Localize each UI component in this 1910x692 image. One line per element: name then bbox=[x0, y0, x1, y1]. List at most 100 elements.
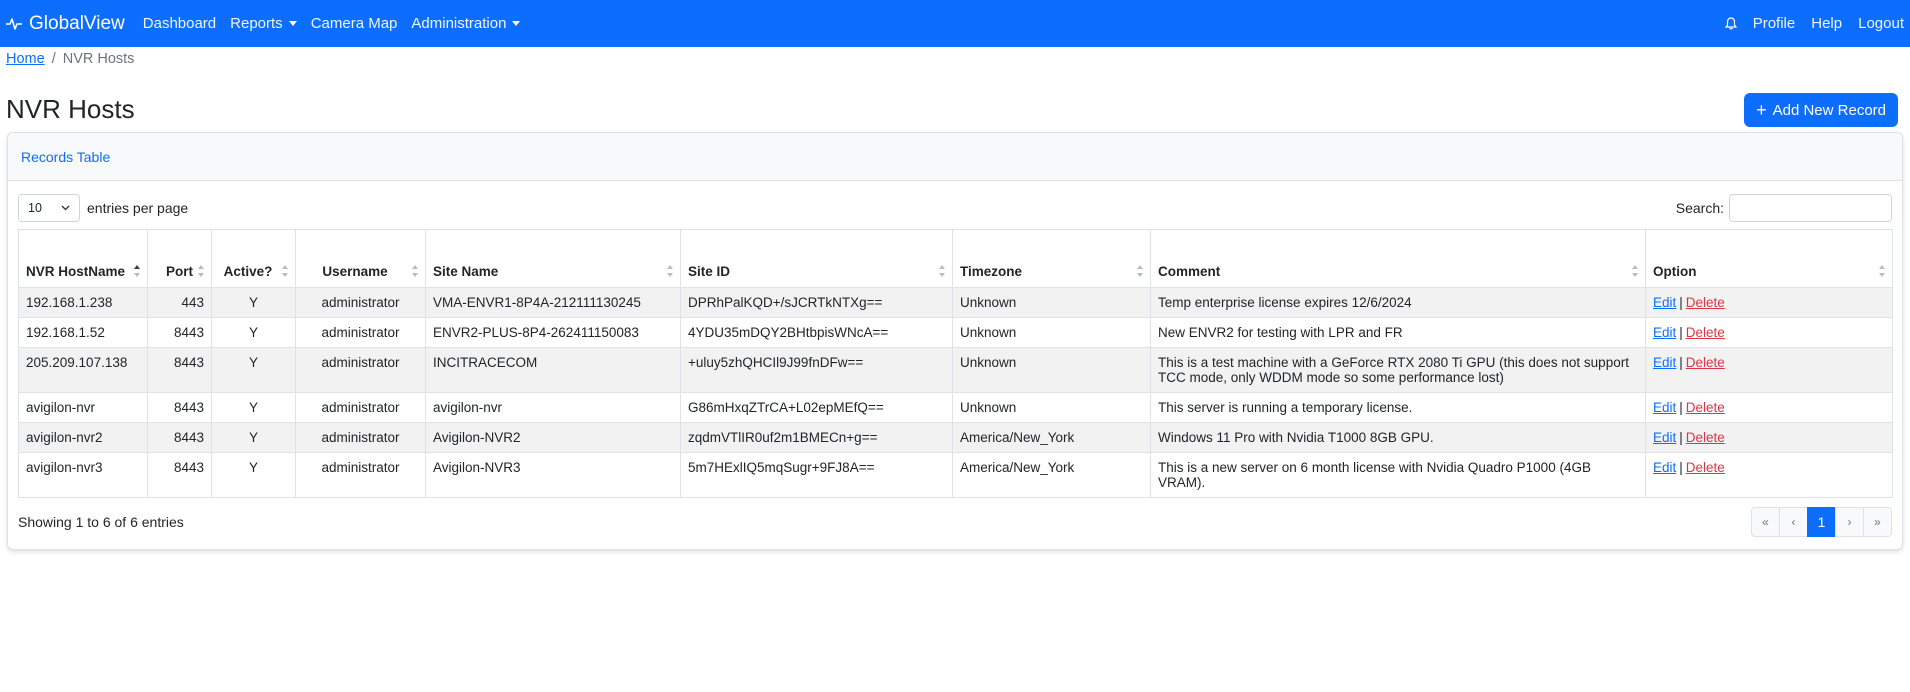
cell-username: administrator bbox=[295, 422, 426, 453]
cell-port: 8443 bbox=[147, 452, 212, 498]
col-header-label: Active? bbox=[223, 264, 273, 279]
col-header-port[interactable]: Port bbox=[147, 229, 212, 288]
col-header-active[interactable]: Active? bbox=[211, 229, 296, 288]
table-footer: Showing 1 to 6 of 6 entries « ‹ 1 › » bbox=[18, 507, 1892, 537]
table-row: avigilon-nvr 8443 Y administrator avigil… bbox=[18, 392, 1893, 423]
cell-site-id: G86mHxqZTrCA+L02epMEfQ== bbox=[680, 392, 953, 423]
col-header-label: Site ID bbox=[688, 264, 731, 279]
col-header-label: Port bbox=[166, 264, 193, 279]
page-title: NVR Hosts bbox=[6, 93, 135, 124]
search-input[interactable] bbox=[1729, 194, 1892, 222]
caret-down-icon bbox=[288, 21, 297, 26]
nav-camera-map[interactable]: Camera Map bbox=[311, 15, 398, 32]
cell-active: Y bbox=[211, 347, 296, 393]
cell-option: Edit | Delete bbox=[1645, 347, 1893, 393]
cell-site-name: ENVR2-PLUS-8P4-262411150083 bbox=[425, 317, 681, 348]
cell-site-id: +uluy5zhQHCIl9J99fnDFw== bbox=[680, 347, 953, 393]
table-row: 192.168.1.52 8443 Y administrator ENVR2-… bbox=[18, 317, 1893, 348]
nav-help[interactable]: Help bbox=[1811, 15, 1842, 32]
col-header-site-id[interactable]: Site ID bbox=[680, 229, 953, 288]
add-new-record-button[interactable]: + Add New Record bbox=[1744, 93, 1898, 127]
card-body: 10 entries per page Search: NVR HostName… bbox=[8, 181, 1902, 549]
caret-down-icon bbox=[512, 21, 521, 26]
option-separator: | bbox=[1679, 430, 1683, 445]
page-next-button[interactable]: › bbox=[1835, 507, 1864, 537]
cell-site-id: 4YDU35mDQY2BHtbpisWNcA== bbox=[680, 317, 953, 348]
pulse-icon bbox=[6, 17, 22, 30]
table-row: 192.168.1.238 443 Y administrator VMA-EN… bbox=[18, 287, 1893, 318]
col-header-option[interactable]: Option bbox=[1645, 229, 1893, 288]
col-header-comment[interactable]: Comment bbox=[1150, 229, 1646, 288]
cell-username: administrator bbox=[295, 392, 426, 423]
nav-logout[interactable]: Logout bbox=[1858, 15, 1904, 32]
cell-comment: Temp enterprise license expires 12/6/202… bbox=[1150, 287, 1646, 318]
chevron-down-icon bbox=[61, 205, 70, 211]
sort-asc-icon bbox=[134, 265, 142, 277]
notifications-button[interactable] bbox=[1724, 17, 1737, 30]
table-row: avigilon-nvr2 8443 Y administrator Avigi… bbox=[18, 422, 1893, 453]
edit-link[interactable]: Edit bbox=[1653, 460, 1676, 475]
page-first-button[interactable]: « bbox=[1751, 507, 1780, 537]
edit-link[interactable]: Edit bbox=[1653, 325, 1676, 340]
nav-reports[interactable]: Reports bbox=[230, 15, 297, 32]
search-label: Search: bbox=[1675, 200, 1724, 216]
cell-port: 443 bbox=[147, 287, 212, 318]
cell-active: Y bbox=[211, 392, 296, 423]
breadcrumb-home[interactable]: Home bbox=[6, 51, 45, 67]
cell-timezone: America/New_York bbox=[952, 422, 1151, 453]
nav-right: Profile Help Logout bbox=[1709, 15, 1904, 32]
nav-administration[interactable]: Administration bbox=[411, 15, 521, 32]
col-header-username[interactable]: Username bbox=[295, 229, 426, 288]
option-separator: | bbox=[1679, 460, 1683, 475]
page-1-button[interactable]: 1 bbox=[1807, 507, 1836, 537]
col-header-label: Comment bbox=[1158, 264, 1221, 279]
plus-icon: + bbox=[1756, 100, 1767, 120]
edit-link[interactable]: Edit bbox=[1653, 430, 1676, 445]
records-card: Records Table 10 entries per page Search… bbox=[7, 132, 1903, 550]
page-last-button[interactable]: » bbox=[1863, 507, 1892, 537]
cell-port: 8443 bbox=[147, 392, 212, 423]
nav-camera-map-label: Camera Map bbox=[310, 15, 398, 32]
delete-link[interactable]: Delete bbox=[1686, 325, 1725, 340]
col-header-site-name[interactable]: Site Name bbox=[425, 229, 681, 288]
sort-icon bbox=[412, 265, 420, 277]
edit-link[interactable]: Edit bbox=[1653, 355, 1676, 370]
entries-per-page-select[interactable]: 10 bbox=[18, 194, 80, 222]
table-header-row: NVR HostName Port Active? Username Site … bbox=[18, 229, 1893, 288]
col-header-label: Option bbox=[1653, 264, 1697, 279]
entries-label: entries per page bbox=[87, 200, 189, 216]
delete-link[interactable]: Delete bbox=[1686, 460, 1725, 475]
delete-link[interactable]: Delete bbox=[1686, 295, 1725, 310]
breadcrumb-separator: / bbox=[51, 51, 56, 67]
cell-timezone: Unknown bbox=[952, 317, 1151, 348]
cell-username: administrator bbox=[295, 317, 426, 348]
table-controls: 10 entries per page Search: bbox=[18, 193, 1892, 223]
cell-comment: This is a test machine with a GeForce RT… bbox=[1150, 347, 1646, 393]
cell-hostname: 192.168.1.52 bbox=[18, 317, 148, 348]
delete-link[interactable]: Delete bbox=[1686, 430, 1725, 445]
option-separator: | bbox=[1679, 355, 1683, 370]
page-header: NVR Hosts + Add New Record bbox=[0, 71, 1910, 131]
cell-username: administrator bbox=[295, 287, 426, 318]
cell-option: Edit | Delete bbox=[1645, 287, 1893, 318]
option-separator: | bbox=[1679, 400, 1683, 415]
col-header-label: Timezone bbox=[960, 264, 1023, 279]
cell-site-name: Avigilon-NVR2 bbox=[425, 422, 681, 453]
delete-link[interactable]: Delete bbox=[1686, 400, 1725, 415]
col-header-hostname[interactable]: NVR HostName bbox=[18, 229, 148, 288]
bell-icon bbox=[1724, 17, 1737, 30]
page-prev-button[interactable]: ‹ bbox=[1779, 507, 1808, 537]
brand[interactable]: GlobalView bbox=[6, 13, 125, 35]
cell-option: Edit | Delete bbox=[1645, 392, 1893, 423]
edit-link[interactable]: Edit bbox=[1653, 400, 1676, 415]
edit-link[interactable]: Edit bbox=[1653, 295, 1676, 310]
breadcrumb: Home / NVR Hosts bbox=[0, 47, 1910, 71]
search-control: Search: bbox=[1676, 194, 1892, 222]
nav-profile[interactable]: Profile bbox=[1753, 15, 1796, 32]
delete-link[interactable]: Delete bbox=[1686, 355, 1725, 370]
nav-dashboard[interactable]: Dashboard bbox=[143, 15, 216, 32]
cell-timezone: Unknown bbox=[952, 287, 1151, 318]
col-header-timezone[interactable]: Timezone bbox=[952, 229, 1151, 288]
cell-comment: This server is running a temporary licen… bbox=[1150, 392, 1646, 423]
sort-icon bbox=[198, 265, 206, 277]
